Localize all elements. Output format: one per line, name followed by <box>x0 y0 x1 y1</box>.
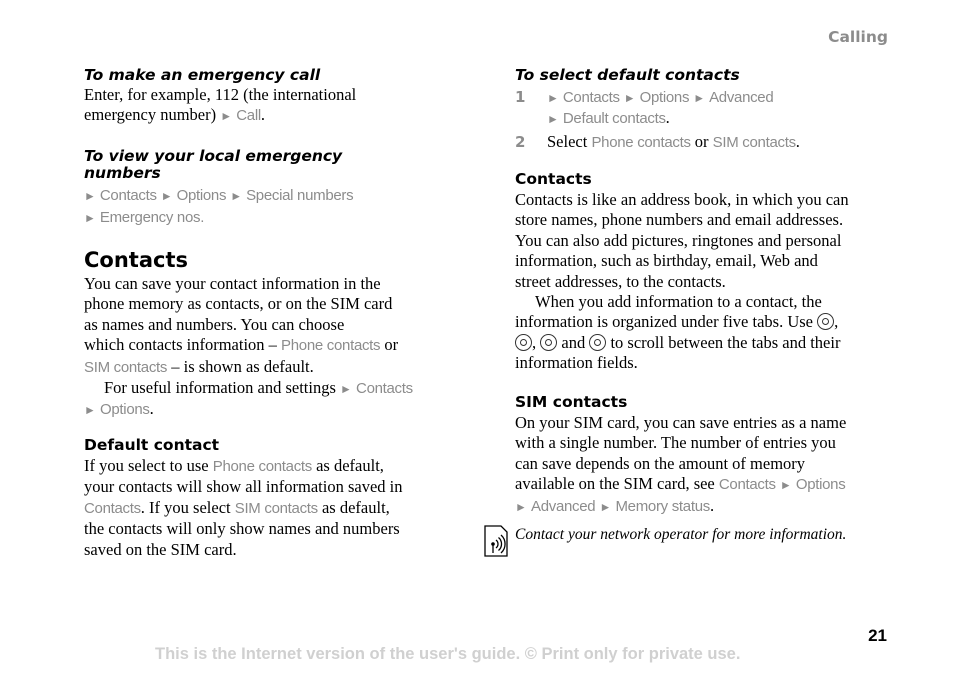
menu-phone-contacts: Phone contacts <box>281 337 381 355</box>
menu-contacts: Contacts <box>99 187 157 204</box>
note-text: Contact your network operator for more i… <box>515 526 847 543</box>
menu-call: Call <box>236 107 261 125</box>
contacts-info-body: Contacts is like an address book, in whi… <box>515 190 849 373</box>
menu-contacts: Contacts <box>356 380 413 398</box>
footer-notice: This is the Internet version of the user… <box>155 645 741 663</box>
menu-options: Options <box>795 476 846 494</box>
navigation-key-right-icon <box>515 333 532 351</box>
menu-sim-contacts: SIM contacts <box>712 134 796 151</box>
arrow-icon: ► <box>779 478 792 493</box>
navigation-key-up-icon <box>540 333 558 351</box>
arrow-icon: ► <box>693 91 706 105</box>
menu-phone-contacts: Phone contacts <box>212 458 313 475</box>
menu-memory-status: Memory status <box>615 497 710 515</box>
contacts-body: You can save your contact information in… <box>84 274 413 419</box>
emergency-call-section: To make an emergency call Enter, for exa… <box>84 66 357 125</box>
emergency-call-text: Enter, for example, 112 (the internation… <box>84 85 357 104</box>
step-number: 1 <box>515 88 526 106</box>
arrow-icon: ► <box>220 109 233 124</box>
menu-options: Options <box>639 89 690 106</box>
section-header: Calling <box>828 28 888 46</box>
menu-options: Options <box>176 187 227 204</box>
navigation-key-left-icon <box>817 313 835 331</box>
select-default-heading: To select default contacts <box>515 66 740 84</box>
sim-contacts-body: On your SIM card, you can save entries a… <box>515 413 847 515</box>
sim-contacts-heading: SIM contacts <box>515 393 628 411</box>
contacts-info-section: Contacts Contacts is like an address boo… <box>515 170 849 374</box>
menu-emergency-nos: Emergency nos. <box>99 209 205 226</box>
select-default-section: To select default contacts 1 ► Contacts ►… <box>515 66 800 152</box>
menu-default-contacts: Default contacts <box>562 110 666 127</box>
arrow-icon: ► <box>623 91 636 105</box>
menu-phone-contacts: Phone contacts <box>591 134 691 151</box>
local-emergency-heading: To view your local emergency numbers <box>84 147 343 182</box>
arrow-icon: ► <box>230 189 243 203</box>
arrow-icon: ► <box>84 403 96 418</box>
menu-advanced: Advanced <box>531 497 596 515</box>
default-contact-heading: Default contact <box>84 436 220 454</box>
menu-sim-contacts: SIM contacts <box>234 499 318 517</box>
menu-options: Options <box>100 401 150 419</box>
arrow-icon: ► <box>84 211 96 225</box>
arrow-icon: ► <box>547 91 559 105</box>
arrow-icon: ► <box>599 499 612 514</box>
menu-contacts: Contacts <box>718 476 776 494</box>
menu-contacts: Contacts <box>562 89 620 106</box>
menu-sim-contacts: SIM contacts <box>84 358 168 376</box>
arrow-icon: ► <box>340 382 352 397</box>
step-number: 2 <box>515 133 526 151</box>
local-emergency-section: To view your local emergency numbers ► Co… <box>84 147 354 229</box>
arrow-icon: ► <box>84 189 96 203</box>
network-service-icon <box>484 525 508 557</box>
default-contact-body: If you select to use Phone contacts as d… <box>84 456 403 559</box>
sim-contacts-section: SIM contacts On your SIM card, you can s… <box>515 393 846 517</box>
contacts-info-heading: Contacts <box>515 170 592 188</box>
contacts-heading: Contacts <box>84 248 188 272</box>
menu-advanced: Advanced <box>709 89 774 106</box>
page-number: 21 <box>868 626 887 645</box>
default-contact-section: Default contact If you select to use Pho… <box>84 436 402 560</box>
arrow-icon: ► <box>515 499 527 514</box>
emergency-call-heading: To make an emergency call <box>84 66 321 84</box>
navigation-key-down-icon <box>589 333 607 351</box>
arrow-icon: ► <box>160 189 173 203</box>
menu-special-numbers: Special numbers <box>246 187 354 204</box>
contacts-section: Contacts You can save your contact infor… <box>84 248 413 421</box>
menu-contacts: Contacts <box>84 499 141 517</box>
arrow-icon: ► <box>547 112 559 126</box>
